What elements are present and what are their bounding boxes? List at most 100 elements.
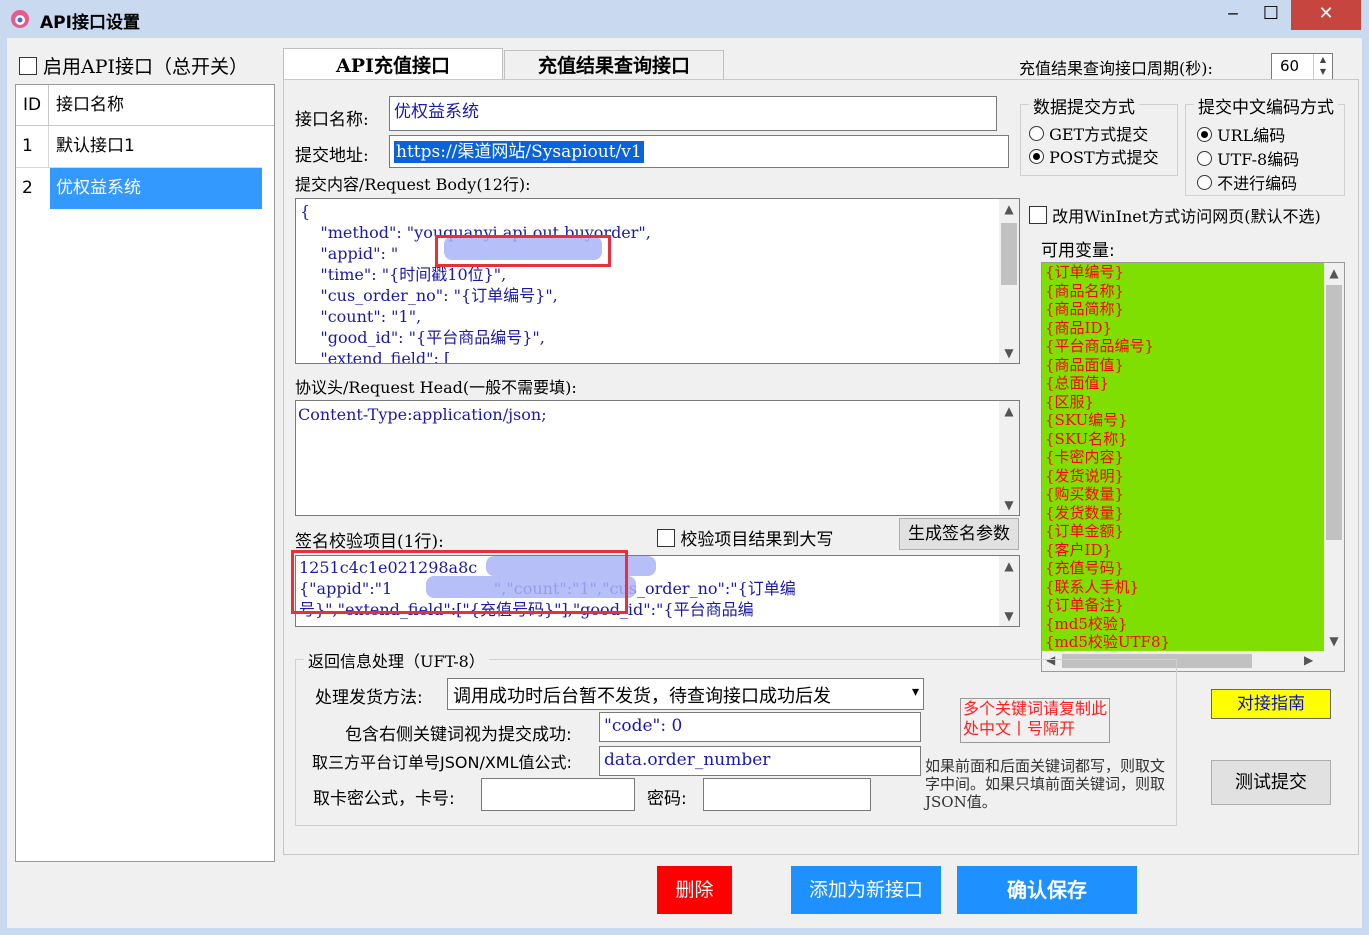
head-scrollbar[interactable]: ▲ ▼ bbox=[999, 401, 1019, 515]
scroll-right-icon[interactable]: ▶ bbox=[1304, 653, 1313, 667]
radio-post[interactable]: POST方式提交 bbox=[1029, 144, 1159, 168]
var-item: {SKU编号} bbox=[1045, 411, 1128, 429]
wininet-check[interactable] bbox=[1029, 206, 1047, 224]
order-formula-value: data.order_number bbox=[604, 750, 771, 770]
head-label: 协议头/Request Head(一般不需要填): bbox=[295, 378, 577, 397]
interface-name-input[interactable]: 优权益系统 bbox=[389, 96, 997, 131]
keyword-label: 包含右侧关键词视为提交成功: bbox=[345, 725, 572, 745]
minimize-button[interactable]: ‒ bbox=[1220, 0, 1246, 30]
row-name: 默认接口1 bbox=[56, 136, 135, 156]
close-button[interactable]: ✕ bbox=[1291, 0, 1361, 30]
add-new-interface-button[interactable]: 添加为新接口 bbox=[791, 866, 941, 914]
wininet-checkbox[interactable]: 改用WinInet方式访问网页(默认不选) bbox=[1029, 203, 1321, 227]
radio-get-dot[interactable] bbox=[1029, 125, 1044, 141]
radio-url-encode[interactable]: URL编码 bbox=[1197, 122, 1285, 146]
request-body-content: { "method": "youquanyi.api.out.buyorder"… bbox=[300, 201, 651, 364]
method-select[interactable]: 调用成功时后台暂不发货，待查询接口成功后发 ▾ bbox=[447, 678, 924, 710]
radio-get[interactable]: GET方式提交 bbox=[1029, 121, 1148, 145]
scroll-thumb[interactable] bbox=[1326, 285, 1342, 540]
enable-api-check[interactable] bbox=[19, 56, 37, 75]
method-select-value: 调用成功时后台暂不发货，待查询接口成功后发 bbox=[453, 686, 831, 707]
var-item: {md5校验} bbox=[1045, 614, 1128, 633]
radio-none-dot[interactable] bbox=[1197, 174, 1212, 190]
window-title: API接口设置 bbox=[40, 13, 140, 33]
body-line: "good_id": "{平台商品编号}", bbox=[300, 328, 545, 347]
scroll-up-icon[interactable]: ▲ bbox=[999, 199, 1019, 219]
generate-sign-button[interactable]: 生成签名参数 bbox=[899, 518, 1019, 550]
vars-title: 可用变量: bbox=[1041, 241, 1115, 261]
body-line: { bbox=[300, 202, 311, 221]
scroll-down-icon[interactable]: ▼ bbox=[999, 606, 1019, 626]
password-input[interactable] bbox=[703, 778, 871, 811]
var-item: {平台商品编号} bbox=[1045, 337, 1155, 355]
confirm-save-button[interactable]: 确认保存 bbox=[957, 866, 1137, 914]
var-item: {发货数量} bbox=[1045, 503, 1125, 522]
request-head-textarea[interactable]: Content-Type:application/json; ▲ ▼ bbox=[295, 400, 1020, 516]
body-line: "count": "1", bbox=[300, 307, 422, 326]
keyword-input[interactable]: "code": 0 bbox=[599, 712, 921, 742]
body-scrollbar[interactable]: ▲ ▼ bbox=[999, 199, 1019, 363]
request-body-textarea[interactable]: { "method": "youquanyi.api.out.buyorder"… bbox=[295, 198, 1020, 364]
wininet-label: 改用WinInet方式访问网页(默认不选) bbox=[1052, 207, 1321, 226]
submit-url-input[interactable]: https://渠道网站/Sysapiout/v1 bbox=[389, 135, 1009, 168]
var-item: {订单金额} bbox=[1045, 522, 1125, 540]
radio-utf8-encode[interactable]: UTF-8编码 bbox=[1197, 146, 1299, 170]
scroll-down-icon[interactable]: ▼ bbox=[1324, 631, 1344, 651]
scroll-thumb[interactable] bbox=[1001, 223, 1017, 285]
scroll-up-icon[interactable]: ▲ bbox=[999, 401, 1019, 421]
scroll-up-icon[interactable]: ▲ bbox=[999, 556, 1019, 576]
title-bar[interactable]: API接口设置 ‒ ☐ ✕ bbox=[0, 0, 1369, 38]
col-id-header[interactable]: ID bbox=[16, 85, 49, 125]
period-stepper[interactable]: ▲ ▼ bbox=[1313, 54, 1332, 79]
radio-post-label: POST方式提交 bbox=[1049, 148, 1159, 167]
scroll-up-icon[interactable]: ▲ bbox=[1324, 263, 1344, 283]
body-line: "extend_field": [ bbox=[300, 349, 451, 364]
interface-list[interactable]: ID 接口名称 1 默认接口1 2 优权益系统 bbox=[15, 84, 275, 862]
card-label: 取卡密公式，卡号: bbox=[313, 789, 455, 809]
radio-no-encode[interactable]: 不进行编码 bbox=[1197, 170, 1297, 194]
chevron-down-icon[interactable]: ▾ bbox=[912, 684, 919, 700]
encoding-title: 提交中文编码方式 bbox=[1194, 93, 1338, 118]
radio-url-dot[interactable] bbox=[1197, 126, 1212, 142]
guide-button[interactable]: 对接指南 bbox=[1211, 689, 1331, 719]
scroll-down-icon[interactable]: ▼ bbox=[999, 495, 1019, 515]
var-item: {商品面值} bbox=[1045, 355, 1125, 374]
enable-api-checkbox[interactable]: 启用API接口（总开关） bbox=[19, 52, 248, 79]
keyword-value: "code": 0 bbox=[604, 716, 683, 736]
table-row-selected[interactable]: 2 优权益系统 bbox=[16, 168, 262, 209]
order-formula-input[interactable]: data.order_number bbox=[599, 746, 921, 776]
highlight-appid bbox=[435, 235, 611, 267]
delete-button[interactable]: 删除 bbox=[657, 866, 732, 914]
tab-recharge-result-query[interactable]: 充值结果查询接口 bbox=[504, 50, 724, 79]
period-spinner[interactable]: 60 ▲ ▼ bbox=[1271, 53, 1333, 80]
vars-list[interactable]: {订单编号} {商品名称} {商品简称} {商品ID} {平台商品编号} {商品面值} {总… bbox=[1041, 262, 1345, 672]
row-id: 2 bbox=[22, 178, 33, 198]
vars-items: {订单编号} {商品名称} {商品简称} {商品ID} {平台商品编号} {商品面值} {总… bbox=[1045, 263, 1170, 670]
api-settings-window: API接口设置 ‒ ☐ ✕ 启用API接口（总开关） ID 接口名称 1 默认接… bbox=[0, 0, 1369, 935]
name-label: 接口名称: bbox=[295, 110, 369, 130]
var-item: {联系人手机} bbox=[1045, 577, 1140, 596]
test-submit-button[interactable]: 测试提交 bbox=[1211, 760, 1331, 805]
period-label: 充值结果查询接口周期(秒): bbox=[1019, 59, 1213, 78]
card-number-input[interactable] bbox=[481, 778, 635, 811]
var-item: {md5校验UTF8} bbox=[1045, 633, 1171, 651]
col-name-header[interactable]: 接口名称 bbox=[56, 85, 124, 125]
body-label: 提交内容/Request Body(12行): bbox=[295, 175, 531, 194]
scroll-down-icon[interactable]: ▼ bbox=[999, 343, 1019, 363]
radio-utf8-dot[interactable] bbox=[1197, 150, 1212, 166]
sign-scrollbar[interactable]: ▲ ▼ bbox=[999, 556, 1019, 626]
sign-uppercase-checkbox[interactable]: 校验项目结果到大写 bbox=[657, 525, 833, 550]
table-row[interactable]: 1 默认接口1 bbox=[16, 126, 262, 168]
body-line: "time": "{时间戳10位}", bbox=[300, 265, 507, 284]
maximize-button[interactable]: ☐ bbox=[1258, 0, 1284, 30]
vars-scrollbar-v[interactable]: ▲ ▼ bbox=[1324, 263, 1344, 651]
var-item: {商品ID} bbox=[1045, 318, 1113, 337]
radio-utf8-label: UTF-8编码 bbox=[1217, 150, 1300, 169]
tab-api-recharge[interactable]: API充值接口 bbox=[283, 48, 503, 80]
request-head-value: Content-Type:application/json; bbox=[298, 405, 547, 424]
row-id: 1 bbox=[22, 136, 33, 156]
highlight-sign bbox=[291, 550, 628, 614]
radio-none-label: 不进行编码 bbox=[1217, 174, 1298, 193]
radio-post-dot[interactable] bbox=[1029, 148, 1044, 164]
sign-uppercase-check[interactable] bbox=[657, 528, 675, 547]
